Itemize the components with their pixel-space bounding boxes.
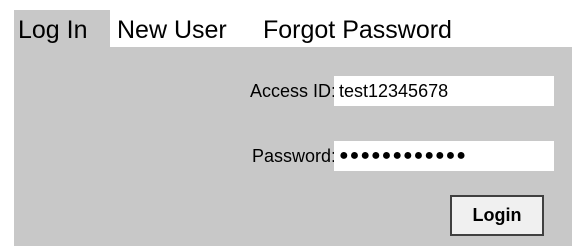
tab-forgot-password[interactable]: Forgot Password	[263, 10, 452, 47]
login-panel: Access ID: Password: Login	[14, 47, 572, 246]
tab-bar: Log In New User Forgot Password	[14, 10, 572, 47]
access-id-label: Access ID:	[249, 81, 336, 101]
login-button[interactable]: Login	[450, 195, 544, 236]
tab-new-user[interactable]: New User	[117, 10, 227, 47]
password-input[interactable]	[334, 141, 554, 171]
access-id-input[interactable]	[334, 76, 554, 106]
login-widget: Log In New User Forgot Password Access I…	[14, 10, 572, 246]
password-label: Password:	[251, 146, 336, 166]
tab-log-in[interactable]: Log In	[14, 10, 110, 47]
